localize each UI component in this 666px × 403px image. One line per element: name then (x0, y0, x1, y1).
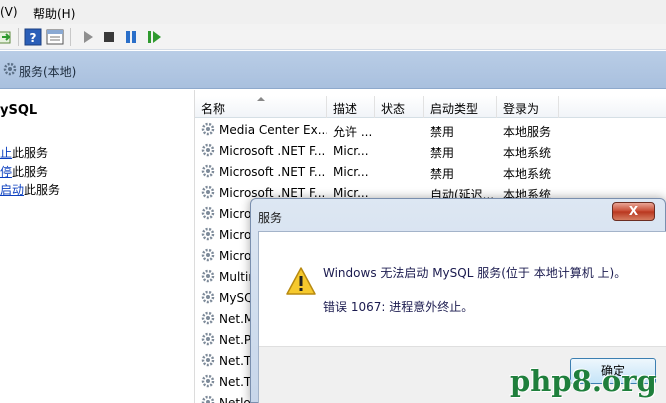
service-startup-cell: 禁用 (430, 146, 455, 160)
watermark: php8.org (510, 364, 657, 398)
column-headers: 名称 描述 状态 启动类型 登录为 (195, 96, 666, 118)
services-header: 服务(本地) (0, 51, 666, 89)
service-startup-cell: 禁用 (430, 125, 455, 139)
service-gear-icon (201, 269, 215, 286)
column-logon-as[interactable]: 登录为 (497, 96, 559, 118)
service-row[interactable]: Media Center Ex... 允许 ... 禁用 本地服务 (195, 120, 666, 141)
close-icon: X (628, 204, 639, 218)
error-code: 错误 1067: 进程意外终止。 (323, 300, 474, 314)
gear-icon (3, 62, 17, 76)
service-startup-cell: 禁用 (430, 167, 455, 181)
help-icon[interactable]: ? (24, 28, 42, 46)
service-name-cell: Microsoft .NET F... (219, 144, 326, 158)
service-row[interactable]: Microsoft .NET F... Micr... 禁用 本地系统 (195, 162, 666, 183)
svg-text:?: ? (30, 31, 37, 45)
service-gear-icon (201, 164, 215, 181)
service-logon-cell: 本地系统 (503, 167, 552, 181)
service-gear-icon (201, 227, 215, 244)
column-name[interactable]: 名称 (195, 96, 327, 118)
service-name-cell: Microsoft .NET F... (219, 165, 326, 179)
close-button[interactable]: X (612, 202, 655, 221)
export-icon[interactable] (0, 28, 14, 46)
service-gear-icon (201, 143, 215, 160)
service-gear-icon (201, 395, 215, 403)
service-gear-icon (201, 185, 215, 202)
service-desc-cell: Micr... (333, 144, 369, 158)
warning-icon (286, 267, 316, 295)
service-name-cell: Media Center Ex... (219, 123, 327, 137)
stop-icon[interactable] (100, 28, 118, 46)
error-message: Windows 无法启动 MySQL 服务(位于 本地计算机 上)。 (323, 266, 627, 280)
service-gear-icon (201, 332, 215, 349)
service-name: ySQL (0, 103, 38, 118)
toolbar: ? (0, 24, 666, 50)
resume-icon[interactable] (145, 28, 163, 46)
service-desc-cell: Micr... (333, 165, 369, 179)
service-logon-cell: 本地服务 (503, 125, 552, 139)
pause-icon[interactable] (122, 28, 140, 46)
menu-bar: (V) 帮助(H) (0, 0, 666, 24)
properties-icon[interactable] (46, 28, 64, 46)
column-description[interactable]: 描述 (327, 96, 375, 118)
menu-help[interactable]: 帮助(H) (33, 5, 75, 22)
play-icon[interactable] (79, 28, 97, 46)
restart-action: 启动此服务 (0, 183, 61, 197)
service-gear-icon (201, 248, 215, 265)
service-gear-icon (201, 290, 215, 307)
stop-link[interactable]: 止 (0, 146, 12, 160)
service-desc-cell: 允许 ... (333, 125, 373, 139)
service-logon-cell: 本地系统 (503, 146, 552, 160)
column-status[interactable]: 状态 (375, 96, 424, 118)
service-detail-panel: ySQL 止此服务 停此服务 启动此服务 (0, 90, 194, 403)
service-row[interactable]: Microsoft .NET F... Micr... 禁用 本地系统 (195, 141, 666, 162)
service-gear-icon (201, 374, 215, 391)
service-gear-icon (201, 311, 215, 328)
sort-arrow-icon (257, 97, 265, 101)
dialog-title: 服务 (258, 211, 283, 225)
header-title: 服务(本地) (19, 65, 77, 79)
pause-link[interactable]: 停 (0, 165, 12, 179)
service-gear-icon (201, 206, 215, 223)
service-gear-icon (201, 353, 215, 370)
restart-link[interactable]: 启动 (0, 183, 24, 197)
column-startup-type[interactable]: 启动类型 (424, 96, 497, 118)
menu-view[interactable]: (V) (0, 5, 18, 19)
stop-action: 止此服务 (0, 146, 49, 160)
service-gear-icon (201, 122, 215, 139)
pause-action: 停此服务 (0, 165, 49, 179)
